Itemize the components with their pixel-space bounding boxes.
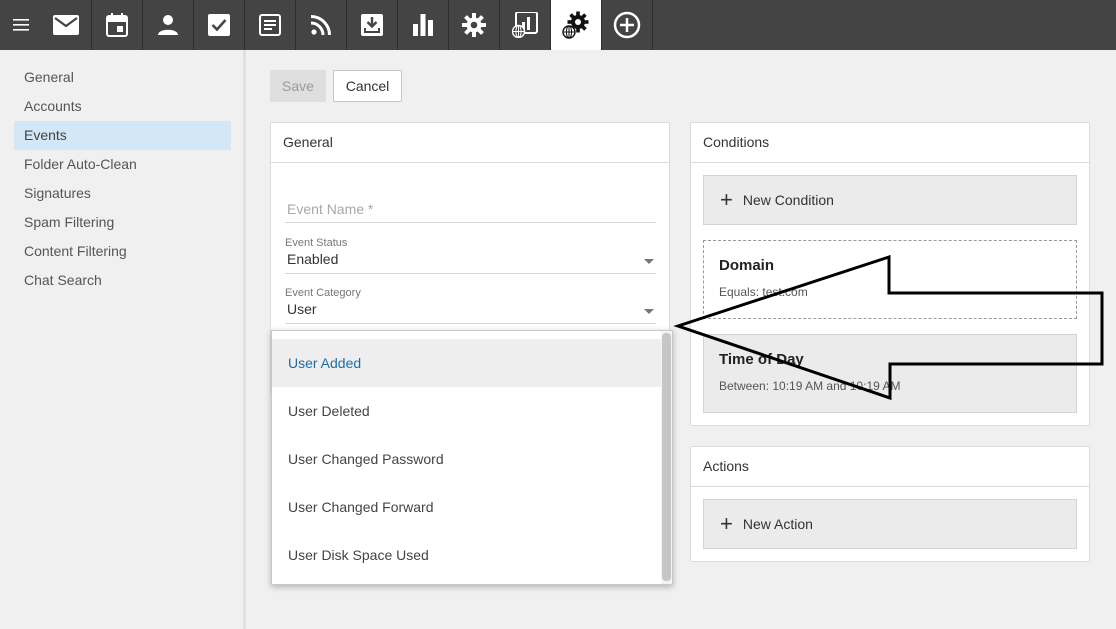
new-condition-label: New Condition [742,192,834,208]
top-toolbar [0,0,1116,50]
rss-button[interactable] [296,0,347,50]
sidebar-item-general[interactable]: General [14,63,231,92]
condition-title: Time of Day [719,351,804,368]
condition-domain[interactable]: Domain Equals: test.com [703,240,1077,319]
event-status-value: Enabled [287,251,339,267]
sidebar-item-chat-search[interactable]: Chat Search [14,266,231,295]
download-icon [361,14,383,36]
dropdown-scrollbar-thumb[interactable] [662,333,671,581]
condition-title: Domain [719,257,775,274]
event-status-caret-icon [644,259,654,264]
domain-reports-button[interactable] [500,0,551,50]
new-condition-button[interactable]: + New Condition [703,175,1077,225]
notes-button[interactable] [245,0,296,50]
mail-icon [53,15,79,35]
dropdown-option-user-changed-forward[interactable]: User Changed Forward [272,483,661,531]
dropdown-option-user-deleted[interactable]: User Deleted [272,387,661,435]
calendar-button[interactable] [92,0,143,50]
settings-button[interactable] [449,0,500,50]
tasks-button[interactable] [194,0,245,50]
dropdown-scrollbar[interactable] [661,331,672,584]
menu-icon [12,19,29,31]
dropdown-option-user-disk-space-used[interactable]: User Disk Space Used [272,531,661,579]
download-button[interactable] [347,0,398,50]
condition-time-of-day[interactable]: Time of Day Between: 10:19 AM and 10:19 … [703,334,1077,413]
add-button[interactable] [602,0,653,50]
notes-icon [259,14,281,36]
reports-button[interactable] [398,0,449,50]
plus-icon: + [720,511,733,536]
domain-settings-icon [562,11,589,39]
sidebar-item-spam-filtering[interactable]: Spam Filtering [14,208,231,237]
sidebar-item-folder-auto-clean[interactable]: Folder Auto-Clean [14,150,231,179]
save-button[interactable]: Save [270,70,326,102]
menu-button[interactable] [0,0,41,50]
contacts-icon [158,15,178,35]
event-category-caret-icon [644,309,654,314]
calendar-icon [106,13,128,37]
event-name-placeholder: Event Name * [287,201,374,217]
contacts-button[interactable] [143,0,194,50]
dropdown-option-user-changed-password[interactable]: User Changed Password [272,435,661,483]
event-status-label: Event Status [285,237,348,249]
sidebar-item-content-filtering[interactable]: Content Filtering [14,237,231,266]
event-status-select[interactable]: Event Status Enabled [285,237,656,274]
cancel-button[interactable]: Cancel [333,70,402,102]
settings-sidebar: General Accounts Events Folder Auto-Clea… [0,50,246,629]
reports-icon [413,14,433,36]
dropdown-option-user-added[interactable]: User Added [272,339,661,387]
conditions-card: Conditions + New Condition Domain Equals… [690,122,1090,426]
add-icon [613,11,641,39]
rss-icon [311,15,331,35]
mail-button[interactable] [41,0,92,50]
actions-card: Actions + New Action [690,446,1090,562]
sidebar-item-signatures[interactable]: Signatures [14,179,231,208]
sidebar-item-accounts[interactable]: Accounts [14,92,231,121]
conditions-card-title: Conditions [691,123,1089,163]
domain-settings-button[interactable] [551,0,602,50]
condition-description: Equals: test.com [719,285,808,299]
new-action-button[interactable]: + New Action [703,499,1077,549]
event-category-select[interactable]: Event Category User [285,287,656,324]
event-category-label: Event Category [285,287,361,299]
domain-reports-icon [512,12,538,38]
event-category-value: User [287,301,317,317]
plus-icon: + [720,187,733,212]
event-name-input[interactable]: Event Name * [285,197,656,223]
new-action-label: New Action [742,516,813,532]
condition-description: Between: 10:19 AM and 10:19 AM [719,379,901,393]
sidebar-item-events[interactable]: Events [14,121,231,150]
event-category-dropdown: User Added User Deleted User Changed Pas… [271,330,673,585]
general-card-title: General [271,123,669,163]
actions-card-title: Actions [691,447,1089,487]
settings-icon [462,13,486,37]
tasks-icon [208,14,230,36]
